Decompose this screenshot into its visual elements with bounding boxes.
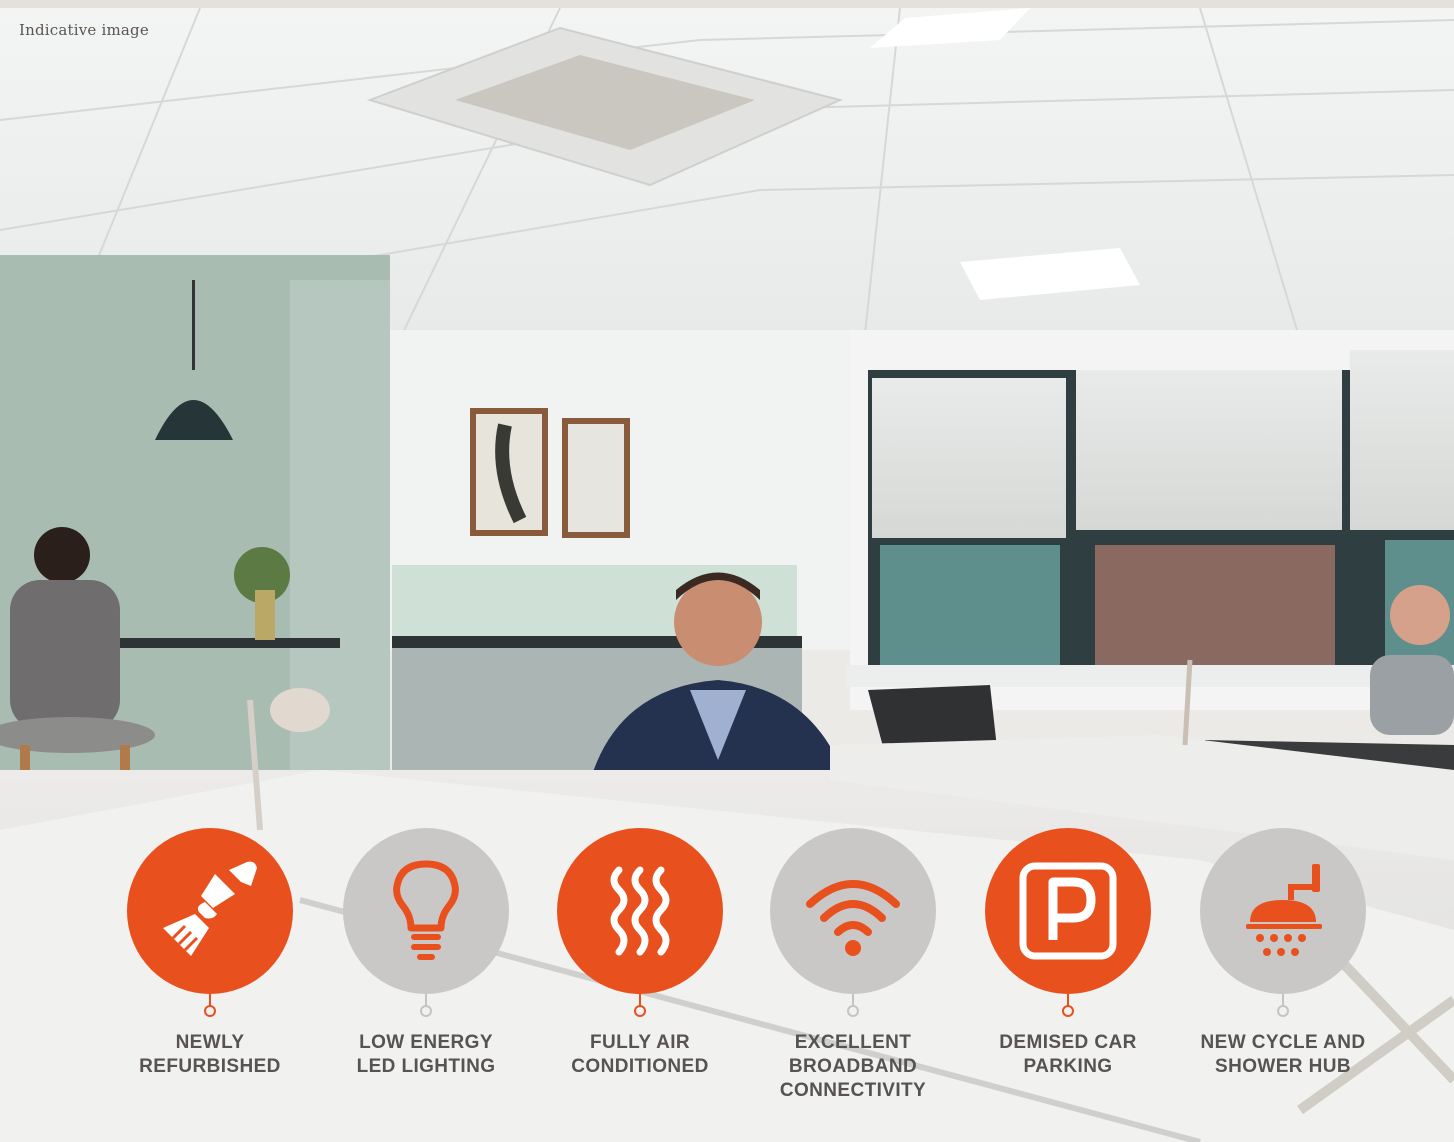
feature-icon-circle bbox=[985, 828, 1151, 994]
parking-icon bbox=[1019, 862, 1117, 960]
paintbrush-icon bbox=[163, 861, 257, 956]
feature-label-line: NEWLY bbox=[175, 1032, 245, 1053]
feature-label-line: SHOWER HUB bbox=[1215, 1056, 1351, 1077]
wifi-icon bbox=[806, 880, 900, 956]
feature-label: FULLY AIR CONDITIONED bbox=[520, 1031, 760, 1079]
feature-label-line: LOW ENERGY bbox=[359, 1032, 493, 1053]
feature-label-line: DEMISED CAR bbox=[999, 1032, 1137, 1053]
pointer-dot bbox=[634, 1005, 646, 1017]
feature-label-line: EXCELLENT bbox=[794, 1032, 912, 1053]
feature-label: EXCELLENT BROADBAND CONNECTIVITY bbox=[733, 1031, 973, 1103]
feature-label-line: PARKING bbox=[1023, 1056, 1113, 1077]
lightbulb-icon bbox=[393, 860, 459, 960]
feature-icon-circle bbox=[770, 828, 936, 994]
feature-label-line: REFURBISHED bbox=[139, 1056, 281, 1077]
feature-label-line: FULLY AIR bbox=[589, 1032, 691, 1053]
feature-icon-circle bbox=[1200, 828, 1366, 994]
pointer-dot bbox=[1062, 1005, 1074, 1017]
feature-label-line: NEW CYCLE AND bbox=[1200, 1032, 1366, 1053]
feature-label: DEMISED CAR PARKING bbox=[948, 1031, 1188, 1079]
pointer-dot bbox=[420, 1005, 432, 1017]
pointer-dot bbox=[847, 1005, 859, 1017]
feature-label-line: CONDITIONED bbox=[571, 1056, 709, 1077]
feature-icon-circle bbox=[127, 828, 293, 994]
feature-label: LOW ENERGY LED LIGHTING bbox=[306, 1031, 546, 1079]
pointer-dot bbox=[204, 1005, 216, 1017]
pointer-dot bbox=[1277, 1005, 1289, 1017]
indicative-image-caption: Indicative image bbox=[19, 21, 149, 39]
air-waves-icon bbox=[610, 866, 670, 956]
feature-icon-circle bbox=[343, 828, 509, 994]
brochure-page: Indicative image NEWLY REFURBISHED LOW E… bbox=[0, 0, 1454, 1142]
shower-icon bbox=[1246, 864, 1322, 956]
feature-label-line: CONNECTIVITY bbox=[779, 1080, 927, 1101]
feature-icon-circle bbox=[557, 828, 723, 994]
feature-label: NEW CYCLE AND SHOWER HUB bbox=[1163, 1031, 1403, 1079]
feature-label-line: BROADBAND bbox=[788, 1056, 918, 1077]
feature-label: NEWLY REFURBISHED bbox=[90, 1031, 330, 1079]
feature-label-line: LED LIGHTING bbox=[356, 1056, 496, 1077]
